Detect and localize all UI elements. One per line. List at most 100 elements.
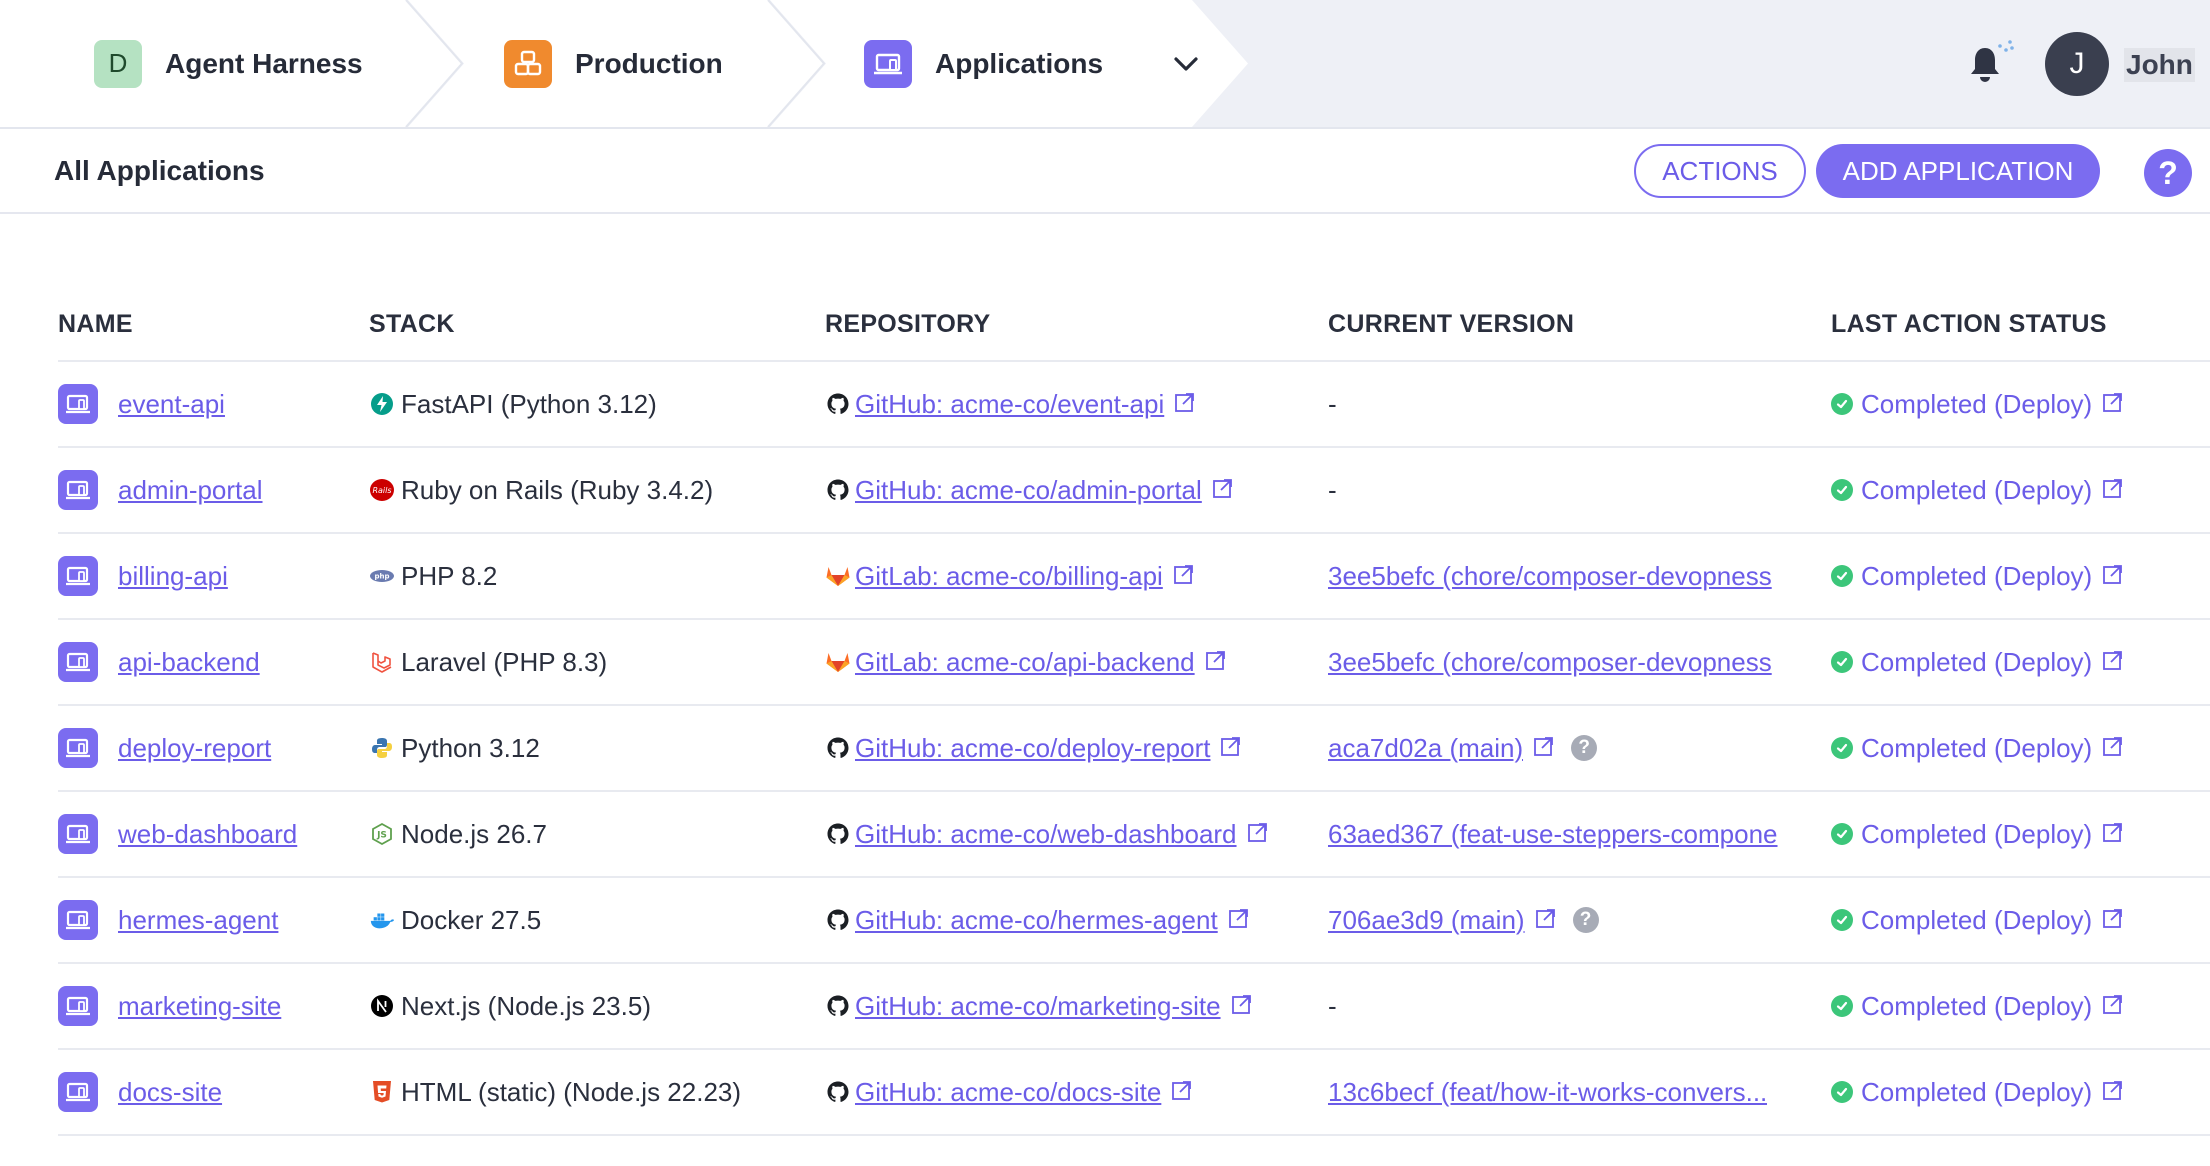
version-empty: - bbox=[1328, 990, 1337, 1021]
cell-repository: GitHub: acme-co/hermes-agent bbox=[825, 878, 1325, 962]
help-icon[interactable]: ? bbox=[1572, 907, 1599, 933]
application-name-link[interactable]: deploy-report bbox=[118, 733, 271, 764]
external-link-icon[interactable] bbox=[1535, 905, 1557, 936]
column-header-stack[interactable]: STACK bbox=[369, 310, 455, 339]
external-link-icon[interactable] bbox=[2102, 991, 2124, 1022]
breadcrumb-environment[interactable]: Production bbox=[408, 0, 824, 127]
repository-link[interactable]: GitHub: acme-co/hermes-agent bbox=[855, 905, 1218, 936]
table-row[interactable]: docs-site HTML (static) (Node.js 22.23) … bbox=[58, 1050, 2210, 1136]
version-link[interactable]: 3ee5befc (chore/composer-devopness bbox=[1328, 561, 1772, 592]
external-link-icon[interactable] bbox=[2102, 389, 2124, 420]
column-header-repository[interactable]: REPOSITORY bbox=[825, 310, 991, 339]
external-link-icon[interactable] bbox=[2102, 1077, 2124, 1108]
application-name-link[interactable]: event-api bbox=[118, 389, 225, 420]
status-link[interactable]: Completed (Deploy) bbox=[1861, 991, 2092, 1022]
external-link-icon[interactable] bbox=[1173, 561, 1195, 592]
cell-last-action-status: Completed (Deploy) bbox=[1831, 448, 2210, 532]
svg-text:php: php bbox=[374, 573, 389, 581]
status-link[interactable]: Completed (Deploy) bbox=[1861, 561, 2092, 592]
cell-stack: Python 3.12 bbox=[369, 706, 809, 790]
status-link[interactable]: Completed (Deploy) bbox=[1861, 905, 2092, 936]
external-link-icon[interactable] bbox=[1228, 905, 1250, 936]
table-row[interactable]: web-dashboard JS Node.js 26.7 GitHub: ac… bbox=[58, 792, 2210, 878]
external-link-icon[interactable] bbox=[2102, 819, 2124, 850]
actions-button[interactable]: ACTIONS bbox=[1634, 144, 1806, 198]
external-link-icon[interactable] bbox=[1205, 647, 1227, 678]
status-link[interactable]: Completed (Deploy) bbox=[1861, 733, 2092, 764]
stack-label: PHP 8.2 bbox=[401, 560, 498, 591]
status-link[interactable]: Completed (Deploy) bbox=[1861, 389, 2092, 420]
cell-name: marketing-site bbox=[58, 964, 358, 1048]
table-row[interactable]: marketing-site Next.js (Node.js 23.5) Gi… bbox=[58, 964, 2210, 1050]
repository-link[interactable]: GitHub: acme-co/admin-portal bbox=[855, 475, 1202, 506]
column-header-last-action-status[interactable]: LAST ACTION STATUS bbox=[1831, 310, 2107, 339]
version-link[interactable]: 63aed367 (feat-use-steppers-compone bbox=[1328, 819, 1778, 850]
external-link-icon[interactable] bbox=[2102, 905, 2124, 936]
repository-link[interactable]: GitHub: acme-co/event-api bbox=[855, 389, 1164, 420]
application-icon bbox=[58, 470, 98, 510]
help-icon[interactable]: ? bbox=[1571, 735, 1598, 761]
application-name-link[interactable]: web-dashboard bbox=[118, 819, 297, 850]
table-row[interactable]: hermes-agent Docker 27.5 GitHub: acme-co… bbox=[58, 878, 2210, 964]
version-link[interactable]: 13c6becf (feat/how-it-works-convers... bbox=[1328, 1077, 1767, 1108]
cell-last-action-status: Completed (Deploy) bbox=[1831, 362, 2210, 446]
external-link-icon[interactable] bbox=[1212, 475, 1234, 506]
breadcrumb-applications[interactable]: Applications bbox=[770, 0, 1248, 127]
cell-repository: GitHub: acme-co/docs-site bbox=[825, 1050, 1325, 1134]
version-link[interactable]: aca7d02a (main) bbox=[1328, 733, 1523, 764]
external-link-icon[interactable] bbox=[1247, 819, 1269, 850]
environment-icon bbox=[504, 40, 552, 88]
repository-link[interactable]: GitHub: acme-co/web-dashboard bbox=[855, 819, 1237, 850]
breadcrumb-organization[interactable]: D Agent Harness bbox=[0, 0, 462, 127]
status-link[interactable]: Completed (Deploy) bbox=[1861, 475, 2092, 506]
org-badge: D bbox=[94, 40, 142, 88]
application-icon bbox=[58, 728, 98, 768]
repository-link[interactable]: GitLab: acme-co/api-backend bbox=[855, 647, 1195, 678]
external-link-icon[interactable] bbox=[1171, 1077, 1193, 1108]
external-link-icon[interactable] bbox=[1533, 733, 1555, 764]
repository-link[interactable]: GitHub: acme-co/marketing-site bbox=[855, 991, 1221, 1022]
external-link-icon[interactable] bbox=[1174, 389, 1196, 420]
table-row[interactable]: event-api FastAPI (Python 3.12) GitHub: … bbox=[58, 362, 2210, 448]
status-link[interactable]: Completed (Deploy) bbox=[1861, 647, 2092, 678]
table-row[interactable]: deploy-report Python 3.12 GitHub: acme-c… bbox=[58, 706, 2210, 792]
table-row[interactable]: admin-portal Rails Ruby on Rails (Ruby 3… bbox=[58, 448, 2210, 534]
application-name-link[interactable]: api-backend bbox=[118, 647, 260, 678]
application-name-link[interactable]: marketing-site bbox=[118, 991, 281, 1022]
external-link-icon[interactable] bbox=[2102, 647, 2124, 678]
application-name-link[interactable]: hermes-agent bbox=[118, 905, 278, 936]
version-empty: - bbox=[1328, 474, 1337, 505]
repository-link[interactable]: GitHub: acme-co/deploy-report bbox=[855, 733, 1210, 764]
repository-link[interactable]: GitLab: acme-co/billing-api bbox=[855, 561, 1163, 592]
external-link-icon[interactable] bbox=[2102, 733, 2124, 764]
external-link-icon[interactable] bbox=[2102, 561, 2124, 592]
chevron-down-icon[interactable] bbox=[1173, 55, 1199, 73]
application-name-link[interactable]: billing-api bbox=[118, 561, 228, 592]
python-icon bbox=[369, 735, 395, 761]
stack-label: Laravel (PHP 8.3) bbox=[401, 646, 608, 677]
column-header-current-version[interactable]: CURRENT VERSION bbox=[1328, 310, 1574, 339]
add-application-button[interactable]: ADD APPLICATION bbox=[1816, 144, 2100, 198]
cell-last-action-status: Completed (Deploy) bbox=[1831, 878, 2210, 962]
column-header-name[interactable]: NAME bbox=[58, 310, 133, 339]
external-link-icon[interactable] bbox=[2102, 475, 2124, 506]
stack-label: Ruby on Rails (Ruby 3.4.2) bbox=[401, 474, 714, 505]
status-link[interactable]: Completed (Deploy) bbox=[1861, 819, 2092, 850]
help-button[interactable]: ? bbox=[2144, 149, 2192, 197]
table-header: NAME STACK REPOSITORY CURRENT VERSION LA… bbox=[58, 290, 2210, 362]
repository-link[interactable]: GitHub: acme-co/docs-site bbox=[855, 1077, 1161, 1108]
application-name-link[interactable]: admin-portal bbox=[118, 475, 263, 506]
external-link-icon[interactable] bbox=[1220, 733, 1242, 764]
breadcrumb-label: Agent Harness bbox=[165, 47, 363, 79]
github-icon bbox=[825, 477, 851, 503]
table-row[interactable]: billing-api php PHP 8.2 GitLab: acme-co/… bbox=[58, 534, 2210, 620]
avatar[interactable]: J bbox=[2045, 32, 2109, 96]
status-link[interactable]: Completed (Deploy) bbox=[1861, 1077, 2092, 1108]
user-name[interactable]: John bbox=[2124, 48, 2195, 82]
version-link[interactable]: 706ae3d9 (main) bbox=[1328, 905, 1525, 936]
table-row[interactable]: api-backend Laravel (PHP 8.3) GitLab: ac… bbox=[58, 620, 2210, 706]
docker-icon bbox=[369, 907, 395, 933]
external-link-icon[interactable] bbox=[1231, 991, 1253, 1022]
application-name-link[interactable]: docs-site bbox=[118, 1077, 222, 1108]
version-link[interactable]: 3ee5befc (chore/composer-devopness bbox=[1328, 647, 1772, 678]
